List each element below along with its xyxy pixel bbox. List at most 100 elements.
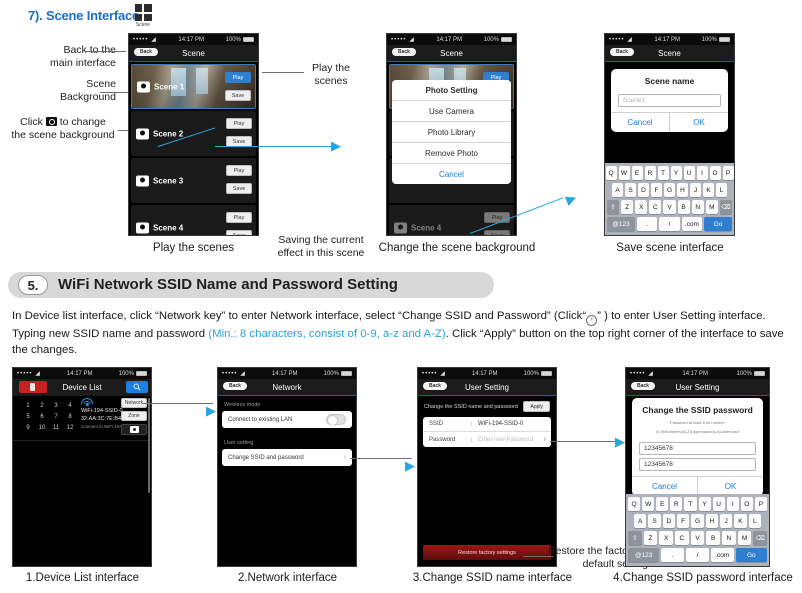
- shift-key[interactable]: ⇧: [607, 200, 620, 214]
- play-button[interactable]: Play: [226, 212, 252, 223]
- key[interactable]: H: [705, 514, 718, 528]
- zone-num[interactable]: 11: [49, 422, 63, 433]
- key[interactable]: K: [703, 183, 714, 197]
- key[interactable]: T: [657, 166, 669, 180]
- zone-num[interactable]: 6: [35, 411, 49, 422]
- cancel-button[interactable]: Cancel: [611, 113, 670, 132]
- lan-toggle[interactable]: [326, 414, 346, 425]
- key[interactable]: D: [662, 514, 675, 528]
- back-button[interactable]: Back: [392, 48, 416, 56]
- key[interactable]: C: [649, 200, 662, 214]
- backspace-key[interactable]: ⌫: [719, 200, 732, 214]
- slash-key[interactable]: /: [659, 217, 680, 231]
- zone-num[interactable]: 8: [63, 411, 77, 422]
- zone-num[interactable]: 12: [63, 422, 77, 433]
- key[interactable]: E: [631, 166, 643, 180]
- numbers-key[interactable]: @123: [628, 548, 660, 562]
- key[interactable]: I: [726, 497, 739, 511]
- camera-icon[interactable]: [136, 175, 149, 186]
- scene-name-input[interactable]: Scene1: [618, 94, 721, 107]
- camera-icon[interactable]: [394, 222, 407, 233]
- period-key[interactable]: .: [636, 217, 658, 231]
- key[interactable]: N: [722, 531, 736, 545]
- shift-key[interactable]: ⇧: [627, 531, 642, 545]
- numbers-key[interactable]: @123: [607, 217, 635, 231]
- key[interactable]: W: [618, 166, 630, 180]
- key[interactable]: V: [690, 531, 705, 545]
- restore-factory-settings-button[interactable]: Restore factory settings: [423, 545, 551, 560]
- key[interactable]: O: [740, 497, 753, 511]
- key[interactable]: Y: [698, 497, 711, 511]
- key[interactable]: Z: [643, 531, 658, 545]
- action-cancel[interactable]: Cancel: [392, 164, 511, 184]
- action-use-camera[interactable]: Use Camera: [392, 101, 511, 122]
- camera-icon[interactable]: [137, 81, 150, 92]
- password-row[interactable]: Password Enter new Password ›: [423, 432, 551, 447]
- zone-num[interactable]: 5: [21, 411, 35, 422]
- key[interactable]: Y: [670, 166, 682, 180]
- power-icon[interactable]: [19, 381, 47, 393]
- device-row[interactable]: 1 2 3 4 5 6 7 8 9 10 11 12 WiFi-194-SSID…: [13, 396, 151, 441]
- go-key[interactable]: Go: [735, 548, 767, 562]
- back-button[interactable]: Back: [223, 382, 247, 390]
- zone-num[interactable]: 4: [63, 400, 77, 411]
- key[interactable]: I: [696, 166, 708, 180]
- apply-button[interactable]: Apply: [523, 401, 550, 412]
- zone-num[interactable]: 1: [21, 400, 35, 411]
- key[interactable]: Q: [628, 497, 641, 511]
- dotcom-key[interactable]: .com: [681, 217, 703, 231]
- key[interactable]: B: [677, 200, 690, 214]
- save-button[interactable]: Save: [226, 183, 252, 194]
- key[interactable]: S: [625, 183, 636, 197]
- key[interactable]: G: [664, 183, 675, 197]
- dotcom-key[interactable]: .com: [710, 548, 734, 562]
- key[interactable]: S: [648, 514, 661, 528]
- scene-row[interactable]: Scene 3 Play Save: [131, 158, 256, 203]
- key[interactable]: B: [706, 531, 721, 545]
- scene-row[interactable]: Scene 4 Play Save: [389, 205, 514, 235]
- zone-num[interactable]: 7: [49, 411, 63, 422]
- password-input-1[interactable]: 12345678: [639, 442, 756, 455]
- key[interactable]: X: [635, 200, 648, 214]
- ssid-input[interactable]: WiFi-194-SSID-0: [471, 421, 551, 427]
- key[interactable]: Q: [605, 166, 617, 180]
- key[interactable]: V: [663, 200, 676, 214]
- camera-icon[interactable]: [136, 222, 149, 233]
- key[interactable]: C: [675, 531, 689, 545]
- scrollbar[interactable]: [148, 398, 150, 493]
- play-button[interactable]: Play: [225, 72, 251, 83]
- key[interactable]: N: [691, 200, 704, 214]
- key[interactable]: T: [684, 497, 697, 511]
- ssid-row[interactable]: SSID WiFi-194-SSID-0: [423, 417, 551, 432]
- back-button[interactable]: Back: [134, 48, 158, 56]
- password-input-2[interactable]: 12345678: [639, 458, 756, 471]
- key[interactable]: U: [712, 497, 725, 511]
- zone-num[interactable]: 3: [49, 400, 63, 411]
- save-button[interactable]: Save: [226, 230, 252, 235]
- key[interactable]: H: [677, 183, 688, 197]
- key[interactable]: O: [709, 166, 721, 180]
- go-key[interactable]: Go: [704, 217, 732, 231]
- key[interactable]: D: [638, 183, 649, 197]
- key[interactable]: F: [651, 183, 662, 197]
- back-button[interactable]: Back: [423, 382, 447, 390]
- key[interactable]: R: [670, 497, 683, 511]
- back-button[interactable]: Back: [610, 48, 634, 56]
- zone-num[interactable]: 10: [35, 422, 49, 433]
- cell-change-ssid-password[interactable]: Change SSID and password ›: [222, 449, 352, 466]
- key[interactable]: M: [737, 531, 752, 545]
- key[interactable]: L: [716, 183, 727, 197]
- password-input[interactable]: Enter new Password: [471, 436, 544, 443]
- action-remove-photo[interactable]: Remove Photo: [392, 143, 511, 164]
- key[interactable]: J: [719, 514, 733, 528]
- back-button[interactable]: Back: [631, 382, 655, 390]
- save-button[interactable]: Save: [225, 90, 251, 101]
- action-photo-library[interactable]: Photo Library: [392, 122, 511, 143]
- key[interactable]: A: [634, 514, 647, 528]
- camera-icon[interactable]: [121, 424, 147, 435]
- key[interactable]: F: [677, 514, 690, 528]
- key[interactable]: K: [734, 514, 747, 528]
- play-button[interactable]: Play: [226, 165, 252, 176]
- camera-icon[interactable]: [136, 128, 149, 139]
- key[interactable]: R: [644, 166, 656, 180]
